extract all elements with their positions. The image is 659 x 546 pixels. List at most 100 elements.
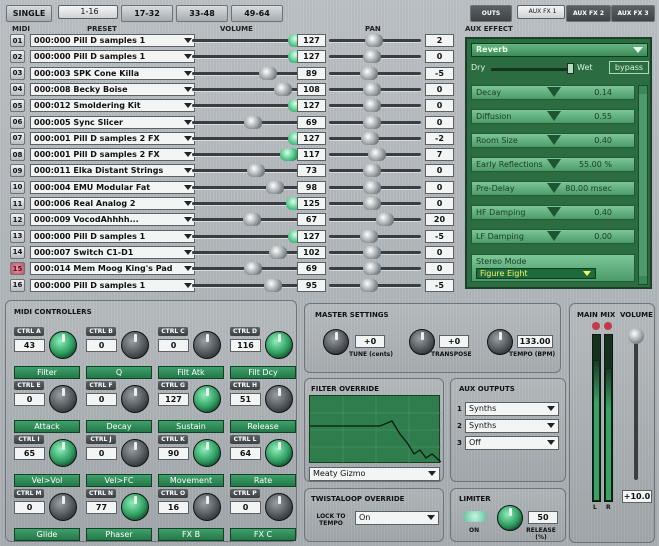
controller-knob[interactable]	[49, 385, 77, 413]
pan-value[interactable]: 0	[425, 245, 454, 259]
effect-param-diffusion[interactable]: Diffusion 0.55	[471, 109, 635, 124]
pan-slider-handle[interactable]	[364, 34, 383, 47]
volume-fader-track[interactable]	[634, 332, 638, 480]
volume-slider-handle[interactable]	[243, 262, 262, 276]
dry-wet-slider-track[interactable]	[491, 68, 571, 71]
effect-param-lf-damping[interactable]: LF Damping 0.00	[471, 229, 635, 244]
controller-name[interactable]: Phaser	[86, 528, 152, 541]
stereo-mode-select[interactable]: Figure Eight	[476, 268, 596, 279]
channel-number[interactable]: 15	[10, 262, 25, 276]
pan-value[interactable]: 0	[425, 197, 454, 210]
pan-slider-handle[interactable]	[359, 229, 378, 243]
aux-output-select[interactable]: Synths	[465, 419, 559, 433]
channel-number[interactable]: 04	[10, 82, 25, 96]
controller-name[interactable]: Attack	[14, 420, 80, 433]
controller-name[interactable]: FX C	[230, 528, 296, 541]
aux-output-select[interactable]: Synths	[465, 402, 559, 416]
pan-slider-handle[interactable]	[363, 180, 381, 194]
scroll-down-icon[interactable]	[639, 276, 647, 284]
pan-slider-handle[interactable]	[363, 115, 381, 129]
preset-select[interactable]: 000:005 Sync Slicer	[30, 115, 195, 129]
controller-knob[interactable]	[121, 331, 149, 359]
volume-slider-handle[interactable]	[242, 213, 261, 227]
tab-aux-fx-2[interactable]: AUX FX 2	[566, 5, 611, 22]
pan-slider-handle[interactable]	[363, 245, 381, 259]
controller-knob[interactable]	[121, 493, 149, 521]
preset-select[interactable]: 000:001 Pill D samples 2 FX	[30, 131, 195, 145]
preset-select[interactable]: 000:008 Becky Boise	[30, 82, 195, 96]
effect-param-room-size[interactable]: Room Size 0.40	[471, 133, 635, 148]
pan-slider-handle[interactable]	[367, 148, 386, 162]
controller-knob[interactable]	[49, 331, 77, 359]
channel-number[interactable]: 09	[10, 164, 25, 178]
controller-knob[interactable]	[265, 493, 293, 521]
controller-name[interactable]: Filter	[14, 366, 80, 379]
volume-value[interactable]: +10.0	[622, 490, 652, 503]
bypass-button[interactable]: bypass	[609, 61, 649, 74]
pan-value[interactable]: 0	[425, 262, 454, 276]
pan-value[interactable]: -5	[425, 278, 454, 292]
preset-select[interactable]: 000:000 Pill D samples 1	[30, 229, 195, 243]
pan-value[interactable]: 0	[425, 164, 454, 178]
aux-output-select[interactable]: Off	[465, 436, 559, 450]
twistaloop-select[interactable]: On	[355, 511, 439, 525]
controller-value[interactable]: 116	[230, 339, 261, 352]
pan-slider-handle[interactable]	[363, 262, 381, 276]
channel-number[interactable]: 02	[10, 50, 25, 64]
controller-value[interactable]: 0	[86, 339, 117, 352]
volume-slider-track[interactable]	[192, 234, 300, 238]
pan-value[interactable]: 0	[425, 180, 454, 194]
effect-select[interactable]: Reverb	[471, 43, 648, 57]
tab-33-48[interactable]: 33-48	[176, 5, 228, 22]
preset-select[interactable]: 000:009 VocodAhhhh...	[30, 213, 195, 227]
controller-value[interactable]: 65	[14, 447, 45, 460]
effect-param-early-reflections[interactable]: Early Reflections 55.00 %	[471, 157, 635, 172]
volume-slider-track[interactable]	[192, 283, 300, 287]
preset-select[interactable]: 000:000 Pill D samples 1	[30, 34, 195, 47]
controller-knob[interactable]	[121, 439, 149, 467]
tab-aux-fx-3[interactable]: AUX FX 3	[611, 5, 655, 22]
controller-knob[interactable]	[193, 439, 221, 467]
controller-value[interactable]: 0	[14, 393, 45, 406]
limiter-release-knob[interactable]	[497, 505, 523, 531]
controller-value[interactable]: 64	[230, 447, 261, 460]
controller-knob[interactable]	[265, 439, 293, 467]
volume-slider-track[interactable]	[192, 136, 300, 140]
volume-value[interactable]: 127	[297, 50, 326, 64]
controller-knob[interactable]	[121, 385, 149, 413]
controller-name[interactable]: FX B	[158, 528, 224, 541]
controller-value[interactable]: 77	[86, 501, 117, 514]
tune-knob[interactable]	[323, 329, 349, 355]
controller-value[interactable]: 0	[230, 501, 261, 514]
channel-number[interactable]: 07	[10, 131, 25, 145]
controller-knob[interactable]	[49, 439, 77, 467]
preset-select[interactable]: 000:006 Real Analog 2	[30, 197, 195, 210]
effect-param-pre-delay[interactable]: Pre-Delay 80.00 msec	[471, 181, 635, 196]
channel-number[interactable]: 12	[10, 213, 25, 227]
preset-select[interactable]: 000:000 Pill D samples 1	[30, 278, 195, 292]
tab-aux-fx-1[interactable]: AUX FX 1	[517, 5, 565, 19]
preset-select[interactable]: 000:000 Pill D samples 1	[30, 50, 195, 64]
volume-value[interactable]: 127	[297, 229, 326, 243]
tab-49-64[interactable]: 49-64	[231, 5, 283, 22]
tune-value[interactable]: +0	[355, 335, 385, 348]
controller-name[interactable]: Movement	[158, 474, 224, 487]
tempo-value[interactable]: 133.00	[517, 335, 553, 348]
volume-slider-track[interactable]	[192, 71, 300, 75]
volume-value[interactable]: 69	[297, 262, 326, 276]
volume-value[interactable]: 98	[297, 180, 326, 194]
controller-value[interactable]: 43	[14, 339, 45, 352]
effect-param-hf-damping[interactable]: HF Damping 0.40	[471, 205, 635, 220]
tab-17-32[interactable]: 17-32	[121, 5, 173, 22]
controller-value[interactable]: 127	[158, 393, 189, 406]
pan-value[interactable]: 0	[425, 99, 454, 113]
channel-number[interactable]: 13	[10, 229, 25, 243]
volume-value[interactable]: 127	[297, 99, 326, 113]
pan-value[interactable]: 0	[425, 115, 454, 129]
pan-slider-handle[interactable]	[363, 50, 381, 64]
effect-param-decay[interactable]: Decay 0.14	[471, 85, 635, 100]
pan-value[interactable]: -5	[425, 66, 454, 80]
controller-knob[interactable]	[193, 331, 221, 359]
preset-select[interactable]: 000:011 Elka Distant Strings	[30, 164, 195, 178]
volume-slider-track[interactable]	[192, 55, 300, 59]
